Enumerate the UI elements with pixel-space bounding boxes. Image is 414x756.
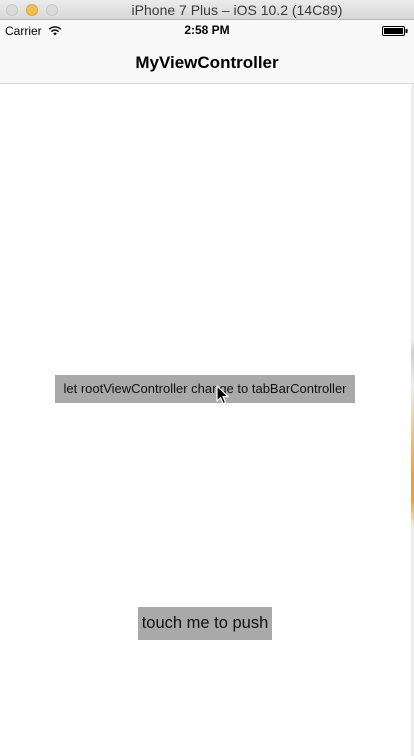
status-bar: Carrier 2:58 PM: [0, 20, 414, 42]
simulator-window: iPhone 7 Plus – iOS 10.2 (14C89) Carrier…: [0, 0, 414, 756]
window-title: iPhone 7 Plus – iOS 10.2 (14C89): [131, 2, 343, 18]
battery-icon: [382, 26, 408, 36]
minimize-window-button[interactable]: [26, 4, 38, 16]
nav-title: MyViewController: [135, 53, 279, 72]
close-window-button[interactable]: [6, 4, 18, 16]
window-titlebar: iPhone 7 Plus – iOS 10.2 (14C89): [0, 0, 414, 20]
push-button[interactable]: touch me to push: [138, 607, 272, 640]
navigation-bar: MyViewController: [0, 42, 414, 84]
change-root-controller-button[interactable]: let rootViewController change to tabBarC…: [55, 375, 355, 403]
zoom-window-button[interactable]: [46, 4, 58, 16]
status-time: 2:58 PM: [184, 23, 230, 37]
mouse-cursor-icon: [216, 385, 229, 405]
